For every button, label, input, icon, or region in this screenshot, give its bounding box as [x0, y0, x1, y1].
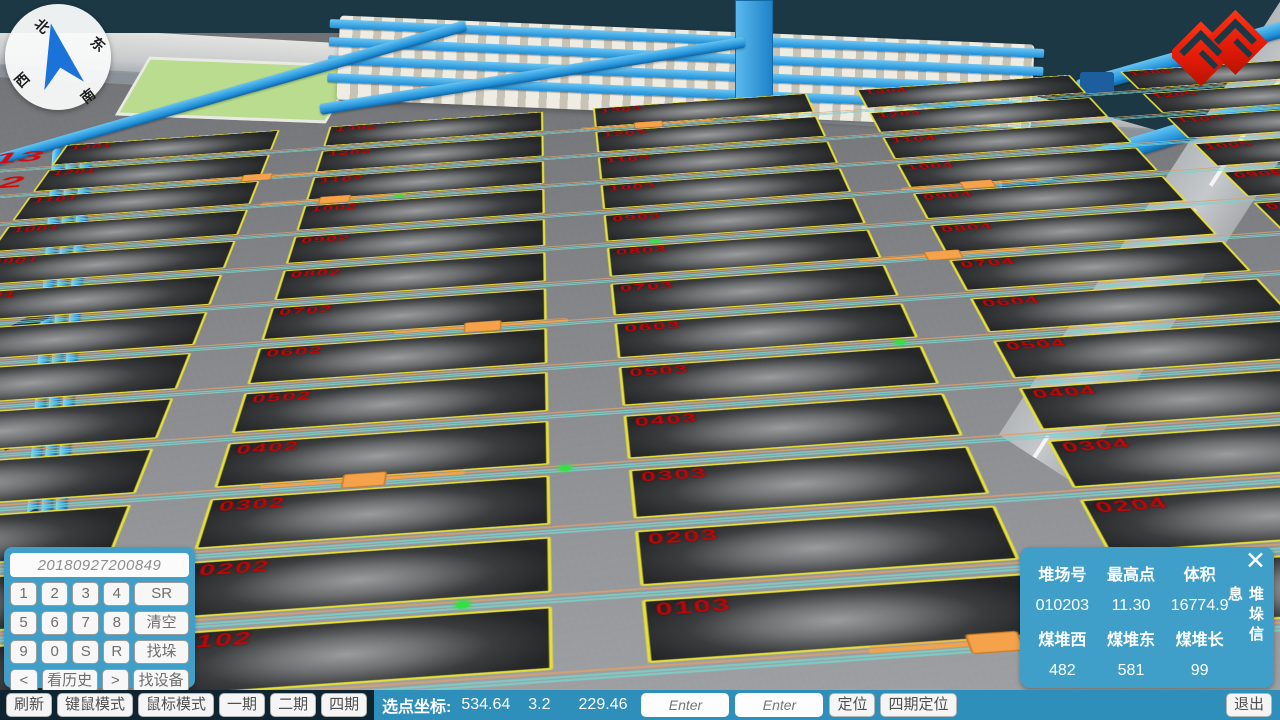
- toolbar-button-键鼠模式[interactable]: 键鼠模式: [57, 693, 133, 717]
- pile-id-label: 0403: [634, 411, 699, 429]
- pile-id-label: 0503: [629, 363, 691, 380]
- coord-x-value: 534.64: [461, 696, 510, 714]
- pile-id-label: 0802: [289, 267, 343, 280]
- pile-id-label: 1101: [31, 194, 80, 205]
- pile-id-label: 0602: [264, 344, 324, 360]
- pile-id-label: 0703: [619, 280, 675, 294]
- pile-id-label: 0901: [0, 255, 42, 268]
- info-value: 482: [1028, 662, 1097, 680]
- compass[interactable]: 北 东 西 南: [5, 4, 111, 110]
- pile-id-label: 1204: [876, 110, 923, 120]
- keypad-button-8[interactable]: 8: [103, 611, 130, 635]
- pile-id-label: 0903: [612, 212, 663, 224]
- pile-id-label: 1105: [1175, 114, 1227, 124]
- keypad-panel: 1234SR5678清空90SR找垛<看历史>找设备: [4, 547, 195, 688]
- keypad-button-6[interactable]: 6: [41, 611, 68, 635]
- pile-id-label: 0902: [300, 233, 352, 245]
- pile-id-label: 0804: [939, 222, 996, 235]
- pile-id-label: 1304: [863, 87, 909, 96]
- pile-id-label: 0203: [647, 526, 721, 549]
- pile-id-label: 1301: [68, 142, 114, 152]
- keypad-button-4[interactable]: 4: [103, 582, 130, 606]
- info-value: 99: [1165, 662, 1234, 680]
- pile-id-label: 1303: [600, 105, 643, 114]
- toolbar-button-四期定位[interactable]: 四期定位: [880, 693, 956, 717]
- pile-id-label: 1305: [1127, 68, 1175, 77]
- toolbar-button-二期[interactable]: 二期: [270, 693, 316, 717]
- pile-id-label: 0502: [250, 389, 313, 406]
- status-dot: [650, 239, 660, 243]
- pile-id-label: 0603: [624, 319, 682, 334]
- keypad-button-清空[interactable]: 清空: [134, 611, 189, 635]
- pile-id-label: 0304: [1059, 436, 1135, 456]
- pile-id-label: 0202: [196, 557, 272, 580]
- pile-id-label: 0702: [277, 304, 334, 318]
- status-dot: [893, 340, 906, 346]
- close-icon[interactable]: ✕: [1245, 547, 1266, 575]
- pile-id-label: 0604: [980, 294, 1043, 309]
- pile-id-label: 1001: [10, 223, 63, 235]
- enter-input-2[interactable]: [735, 693, 823, 717]
- keypad-button-R[interactable]: R: [103, 640, 130, 664]
- exit-button[interactable]: 退出: [1226, 693, 1272, 717]
- pile-id-label: 0103: [654, 595, 733, 621]
- info-value: 11.30: [1097, 597, 1166, 615]
- coord-y-value: 3.2: [528, 696, 550, 714]
- pile-id-label: 1003: [608, 182, 656, 193]
- pile-id-label: 1004: [905, 161, 957, 172]
- info-value: 581: [1097, 662, 1166, 680]
- pile-id-label: 0402: [234, 439, 301, 458]
- toolbar-button-刷新[interactable]: 刷新: [6, 693, 52, 717]
- pile-info-side-label: 堆垛信息: [1224, 585, 1266, 656]
- pile-id-label: 0801: [0, 289, 20, 303]
- pile-info-panel: ✕ 堆场号最高点体积01020311.3016774.9煤堆西煤堆东煤堆长482…: [1020, 547, 1274, 688]
- pile-id-label: 1005: [1201, 140, 1256, 151]
- company-logo-icon: [1172, 4, 1268, 96]
- pile-id-label: 1103: [605, 154, 650, 164]
- pile-id-label: 1302: [334, 124, 378, 133]
- pile-id-label: 0905: [1230, 168, 1280, 179]
- enter-input-1[interactable]: [641, 693, 729, 717]
- pile-id-label: 1102: [318, 174, 364, 185]
- toolbar-right-group: 选点坐标: 534.64 3.2 229.46 定位四期定位 退出: [374, 690, 1280, 720]
- toolbar-button-定位[interactable]: 定位: [829, 693, 875, 717]
- coord-label: 选点坐标:: [382, 693, 451, 717]
- keypad-button-1[interactable]: 1: [10, 582, 37, 606]
- coord-z-value: 229.46: [579, 696, 628, 714]
- info-header: 堆场号: [1028, 561, 1097, 585]
- pile-id-label: 0404: [1029, 383, 1100, 401]
- keypad-button-找垛[interactable]: 找垛: [134, 640, 189, 664]
- keypad-button-S[interactable]: S: [72, 640, 99, 664]
- keypad-button-7[interactable]: 7: [72, 611, 99, 635]
- info-header: 最高点: [1097, 561, 1166, 585]
- pile-id-label: 1104: [890, 134, 938, 144]
- info-header: 煤堆东: [1097, 626, 1166, 650]
- toolbar-button-鼠标模式[interactable]: 鼠标模式: [138, 693, 214, 717]
- toolbar-button-四期[interactable]: 四期: [321, 693, 367, 717]
- keypad-button-9[interactable]: 9: [10, 640, 37, 664]
- pile-id-label: 0302: [216, 494, 287, 515]
- status-dot: [559, 465, 572, 472]
- pile-id-label: 1201: [50, 167, 98, 177]
- keypad-button-0[interactable]: 0: [41, 640, 68, 664]
- info-value: 010203: [1028, 597, 1097, 615]
- keypad-display-input[interactable]: [10, 553, 189, 577]
- pile-id-label: 0303: [640, 465, 709, 485]
- info-header: 体积: [1165, 561, 1234, 585]
- pile-id-label: 0803: [615, 244, 668, 257]
- coal-yard-3d-app: 1313011302130313041305130612120112021203…: [0, 0, 1280, 720]
- toolbar-left-group: 刷新键鼠模式鼠标模式一期二期四期: [0, 690, 374, 720]
- pile-id-label: 1202: [327, 148, 372, 158]
- keypad-button-SR[interactable]: SR: [134, 582, 189, 606]
- status-dot: [455, 600, 470, 609]
- pile-id-label: 0504: [1003, 337, 1070, 353]
- keypad-button-2[interactable]: 2: [41, 582, 68, 606]
- pile-id-label: 0204: [1092, 495, 1173, 517]
- toolbar: 刷新键鼠模式鼠标模式一期二期四期 选点坐标: 534.64 3.2 229.46…: [0, 690, 1280, 720]
- keypad-button-3[interactable]: 3: [72, 582, 99, 606]
- info-header: 煤堆西: [1028, 626, 1097, 650]
- keypad-button-5[interactable]: 5: [10, 611, 37, 635]
- toolbar-button-一期[interactable]: 一期: [219, 693, 265, 717]
